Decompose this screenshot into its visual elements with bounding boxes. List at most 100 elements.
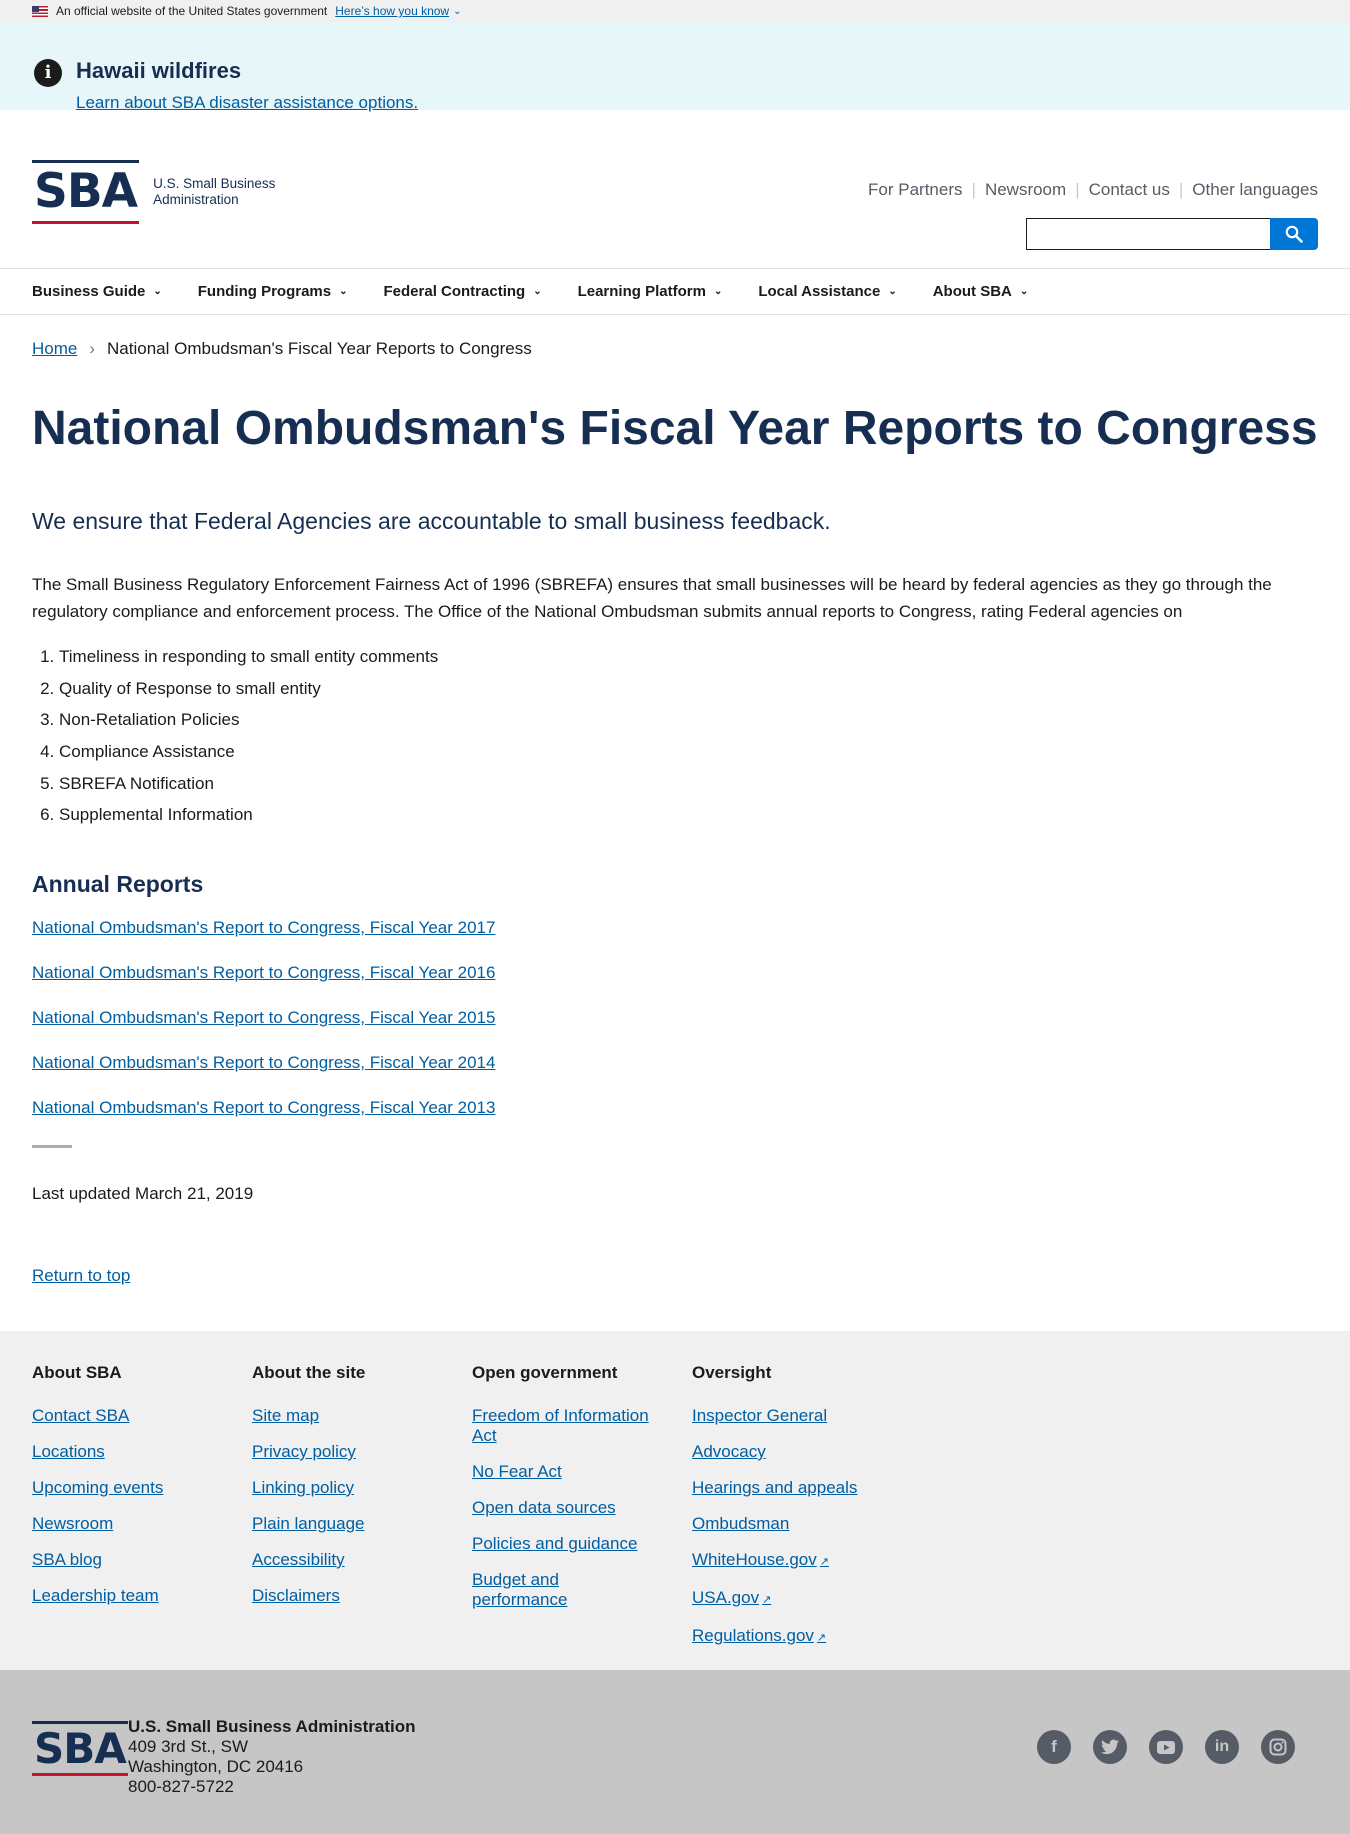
social-links: f in xyxy=(1015,1730,1295,1764)
search-input[interactable] xyxy=(1026,218,1270,250)
footer-link[interactable]: Plain language xyxy=(252,1514,442,1534)
instagram-icon[interactable] xyxy=(1261,1730,1295,1764)
linkedin-icon[interactable]: in xyxy=(1205,1730,1239,1764)
nav-label: Learning Platform xyxy=(577,283,706,300)
return-to-top-link[interactable]: Return to top xyxy=(32,1266,130,1286)
footer-col-open-government: Open government Freedom of Information A… xyxy=(472,1363,692,1670)
footer-link[interactable]: Policies and guidance xyxy=(472,1534,662,1554)
list-item: Non-Retaliation Policies xyxy=(59,704,1318,736)
footer-links: About SBA Contact SBA Locations Upcoming… xyxy=(0,1331,1350,1670)
footer-link[interactable]: Disclaimers xyxy=(252,1586,442,1606)
util-link-newsroom[interactable]: Newsroom xyxy=(985,180,1066,200)
footer-bottom: SBA U.S. Small Business Administration 4… xyxy=(0,1670,1350,1834)
footer-link[interactable]: Inspector General xyxy=(692,1406,882,1426)
footer-link[interactable]: Budget and performance xyxy=(472,1570,582,1610)
nav-label: About SBA xyxy=(932,283,1012,300)
nav-about-sba[interactable]: About SBA ⌄ xyxy=(933,283,1029,300)
footer-col-oversight: Oversight Inspector General Advocacy Hea… xyxy=(692,1363,912,1670)
footer-link[interactable]: Privacy policy xyxy=(252,1442,442,1462)
separator: | xyxy=(1075,180,1080,199)
nav-business-guide[interactable]: Business Guide ⌄ xyxy=(32,283,162,300)
util-link-languages[interactable]: Other languages xyxy=(1192,180,1318,200)
report-link-2017[interactable]: National Ombudsman's Report to Congress,… xyxy=(32,918,495,937)
nav-local-assistance[interactable]: Local Assistance ⌄ xyxy=(758,283,896,300)
youtube-icon[interactable] xyxy=(1149,1730,1183,1764)
breadcrumb: Home › National Ombudsman's Fiscal Year … xyxy=(32,339,1318,359)
footer-col-about-site: About the site Site map Privacy policy L… xyxy=(252,1363,472,1670)
youtube-glyph xyxy=(1157,1740,1175,1754)
intro-text: We ensure that Federal Agencies are acco… xyxy=(32,507,831,534)
address-line: Washington, DC 20416 xyxy=(128,1757,304,1776)
report-link-2015[interactable]: National Ombudsman's Report to Congress,… xyxy=(32,1008,495,1027)
logo-text-line: U.S. Small Business xyxy=(153,176,276,191)
footer-link[interactable]: Accessibility xyxy=(252,1550,442,1570)
footer-link[interactable]: Site map xyxy=(252,1406,442,1426)
logo-text-line: Administration xyxy=(153,192,239,207)
how-you-know-link[interactable]: Here’s how you know xyxy=(335,4,449,18)
list-item: National Ombudsman's Report to Congress,… xyxy=(32,963,1318,1008)
footer-link[interactable]: Open data sources xyxy=(472,1498,662,1518)
utility-nav: For Partners | Newsroom | Contact us | O… xyxy=(868,180,1318,200)
search-button[interactable] xyxy=(1270,218,1318,250)
footer-col-about-sba: About SBA Contact SBA Locations Upcoming… xyxy=(32,1363,252,1670)
report-link-2013[interactable]: National Ombudsman's Report to Congress,… xyxy=(32,1098,495,1117)
us-flag-icon xyxy=(32,5,48,17)
external-link-icon: ↗ xyxy=(762,1594,772,1606)
footer-link[interactable]: Advocacy xyxy=(692,1442,882,1462)
list-item: Quality of Response to small entity xyxy=(59,673,1318,705)
footer-link[interactable]: Upcoming events xyxy=(32,1478,222,1498)
list-item: Supplemental Information xyxy=(59,799,1318,831)
footer-sba-logo[interactable]: SBA xyxy=(32,1721,128,1776)
footer-link[interactable]: Freedom of Information Act xyxy=(472,1406,662,1446)
footer-link-external[interactable]: Regulations.gov ↗ xyxy=(692,1626,882,1648)
footer-link-external[interactable]: USA.gov ↗ xyxy=(692,1588,882,1610)
annual-reports-heading: Annual Reports xyxy=(32,871,204,898)
util-link-contact[interactable]: Contact us xyxy=(1089,180,1170,200)
nav-label: Business Guide xyxy=(32,283,146,300)
nav-label: Federal Contracting xyxy=(383,283,526,300)
nav-funding-programs[interactable]: Funding Programs ⌄ xyxy=(198,283,348,300)
nav-label: Local Assistance xyxy=(758,283,881,300)
list-item: National Ombudsman's Report to Congress,… xyxy=(32,918,1318,963)
breadcrumb-home[interactable]: Home xyxy=(32,339,77,359)
external-link-icon: ↗ xyxy=(816,1632,827,1644)
link-label: USA.gov xyxy=(692,1588,760,1607)
gov-banner: An official website of the United States… xyxy=(0,0,1350,22)
footer-link[interactable]: SBA blog xyxy=(32,1550,222,1570)
sba-logo[interactable]: SBA U.S. Small Business Administration xyxy=(32,160,275,224)
instagram-glyph xyxy=(1269,1738,1287,1756)
footer-link[interactable]: No Fear Act xyxy=(472,1462,662,1482)
report-link-2014[interactable]: National Ombudsman's Report to Congress,… xyxy=(32,1053,495,1072)
footer-link[interactable]: Newsroom xyxy=(32,1514,222,1534)
main-content: Home › National Ombudsman's Fiscal Year … xyxy=(0,339,1350,1286)
twitter-bird-glyph xyxy=(1101,1739,1119,1755)
nav-learning-platform[interactable]: Learning Platform ⌄ xyxy=(578,283,723,300)
list-item: Compliance Assistance xyxy=(59,736,1318,768)
report-link-2016[interactable]: National Ombudsman's Report to Congress,… xyxy=(32,963,495,982)
chevron-down-icon: ⌄ xyxy=(153,286,162,297)
facebook-icon[interactable]: f xyxy=(1037,1730,1071,1764)
footer-link[interactable]: Leadership team xyxy=(32,1586,222,1606)
nav-federal-contracting[interactable]: Federal Contracting ⌄ xyxy=(384,283,542,300)
external-link-icon: ↗ xyxy=(819,1556,829,1568)
alert-title: Hawaii wildfires xyxy=(76,58,242,83)
util-link-partners[interactable]: For Partners xyxy=(868,180,962,200)
footer-col-title: About the site xyxy=(252,1363,366,1382)
chevron-down-icon: ⌄ xyxy=(339,286,348,297)
breadcrumb-current: National Ombudsman's Fiscal Year Reports… xyxy=(107,339,532,358)
chevron-right-icon: › xyxy=(89,339,96,358)
search-form xyxy=(1026,218,1318,250)
footer-link[interactable]: Locations xyxy=(32,1442,222,1462)
chevron-down-icon: ⌄ xyxy=(713,286,723,297)
list-item: National Ombudsman's Report to Congress,… xyxy=(32,1008,1318,1053)
footer-link[interactable]: Linking policy xyxy=(252,1478,442,1498)
footer-link[interactable]: Contact SBA xyxy=(32,1406,222,1426)
footer-link[interactable]: Ombudsman xyxy=(692,1514,882,1534)
twitter-icon[interactable] xyxy=(1093,1730,1127,1764)
agency-address: U.S. Small Business Administration 409 3… xyxy=(128,1717,416,1797)
footer-link-external[interactable]: WhiteHouse.gov ↗ xyxy=(692,1550,882,1572)
chevron-down-icon: ⌄ xyxy=(533,286,542,297)
footer-link[interactable]: Hearings and appeals xyxy=(692,1478,882,1498)
logo-mark: SBA xyxy=(32,1721,128,1776)
footer-col-title: Oversight xyxy=(692,1363,772,1382)
